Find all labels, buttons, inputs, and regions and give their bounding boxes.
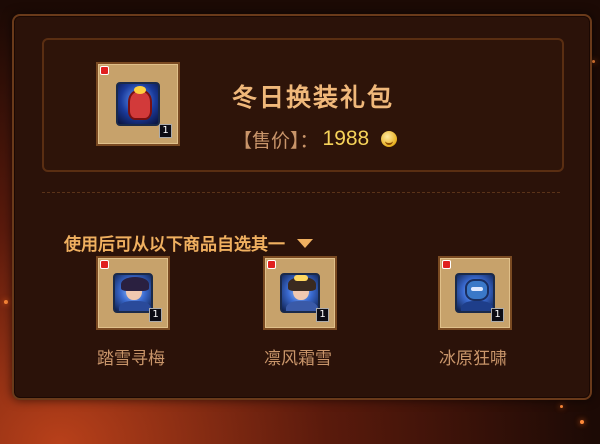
new-flag-icon [267,260,276,269]
price-row: 【售价】： 1988 [233,124,398,154]
reward-name: 冰原狂啸 [439,349,507,368]
reward-name: 凛风霜雪 [264,349,332,368]
gift-pack-panel: 1 冬日换装礼包 【售价】： 1988 使用后可从以下商品自选其一 1 踏雪寻梅… [12,14,592,400]
ember-particle [592,60,595,63]
price-label: 【售价】： [233,130,319,152]
pack-title: 冬日换装礼包 [232,83,395,112]
new-flag-icon [442,260,451,269]
choice-hint[interactable]: 使用后可从以下商品自选其一 [64,230,313,255]
item-count-badge: 1 [491,308,504,322]
reward-name: 踏雪寻梅 [97,349,165,368]
smiley-coin-icon [381,131,398,147]
price-value: 1988 [322,127,370,150]
reward-slot[interactable]: 1 [96,256,170,330]
gift-bag-icon [116,82,160,126]
item-count-badge: 1 [316,308,329,322]
choice-hint-text: 使用后可从以下商品自选其一 [64,235,285,254]
character-portrait-icon [113,273,153,313]
dropdown-arrow-icon [297,239,313,248]
item-count-badge: 1 [159,124,172,138]
new-flag-icon [100,66,109,75]
ember-particle [580,420,584,424]
ember-particle [4,300,8,304]
pack-item-slot[interactable]: 1 [96,62,180,146]
reward-slot[interactable]: 1 [263,256,337,330]
character-portrait-icon [280,273,320,313]
item-count-badge: 1 [149,308,162,322]
new-flag-icon [100,260,109,269]
section-divider [42,192,560,193]
character-portrait-icon [455,273,495,313]
ember-particle [560,405,563,408]
reward-slot[interactable]: 1 [438,256,512,330]
